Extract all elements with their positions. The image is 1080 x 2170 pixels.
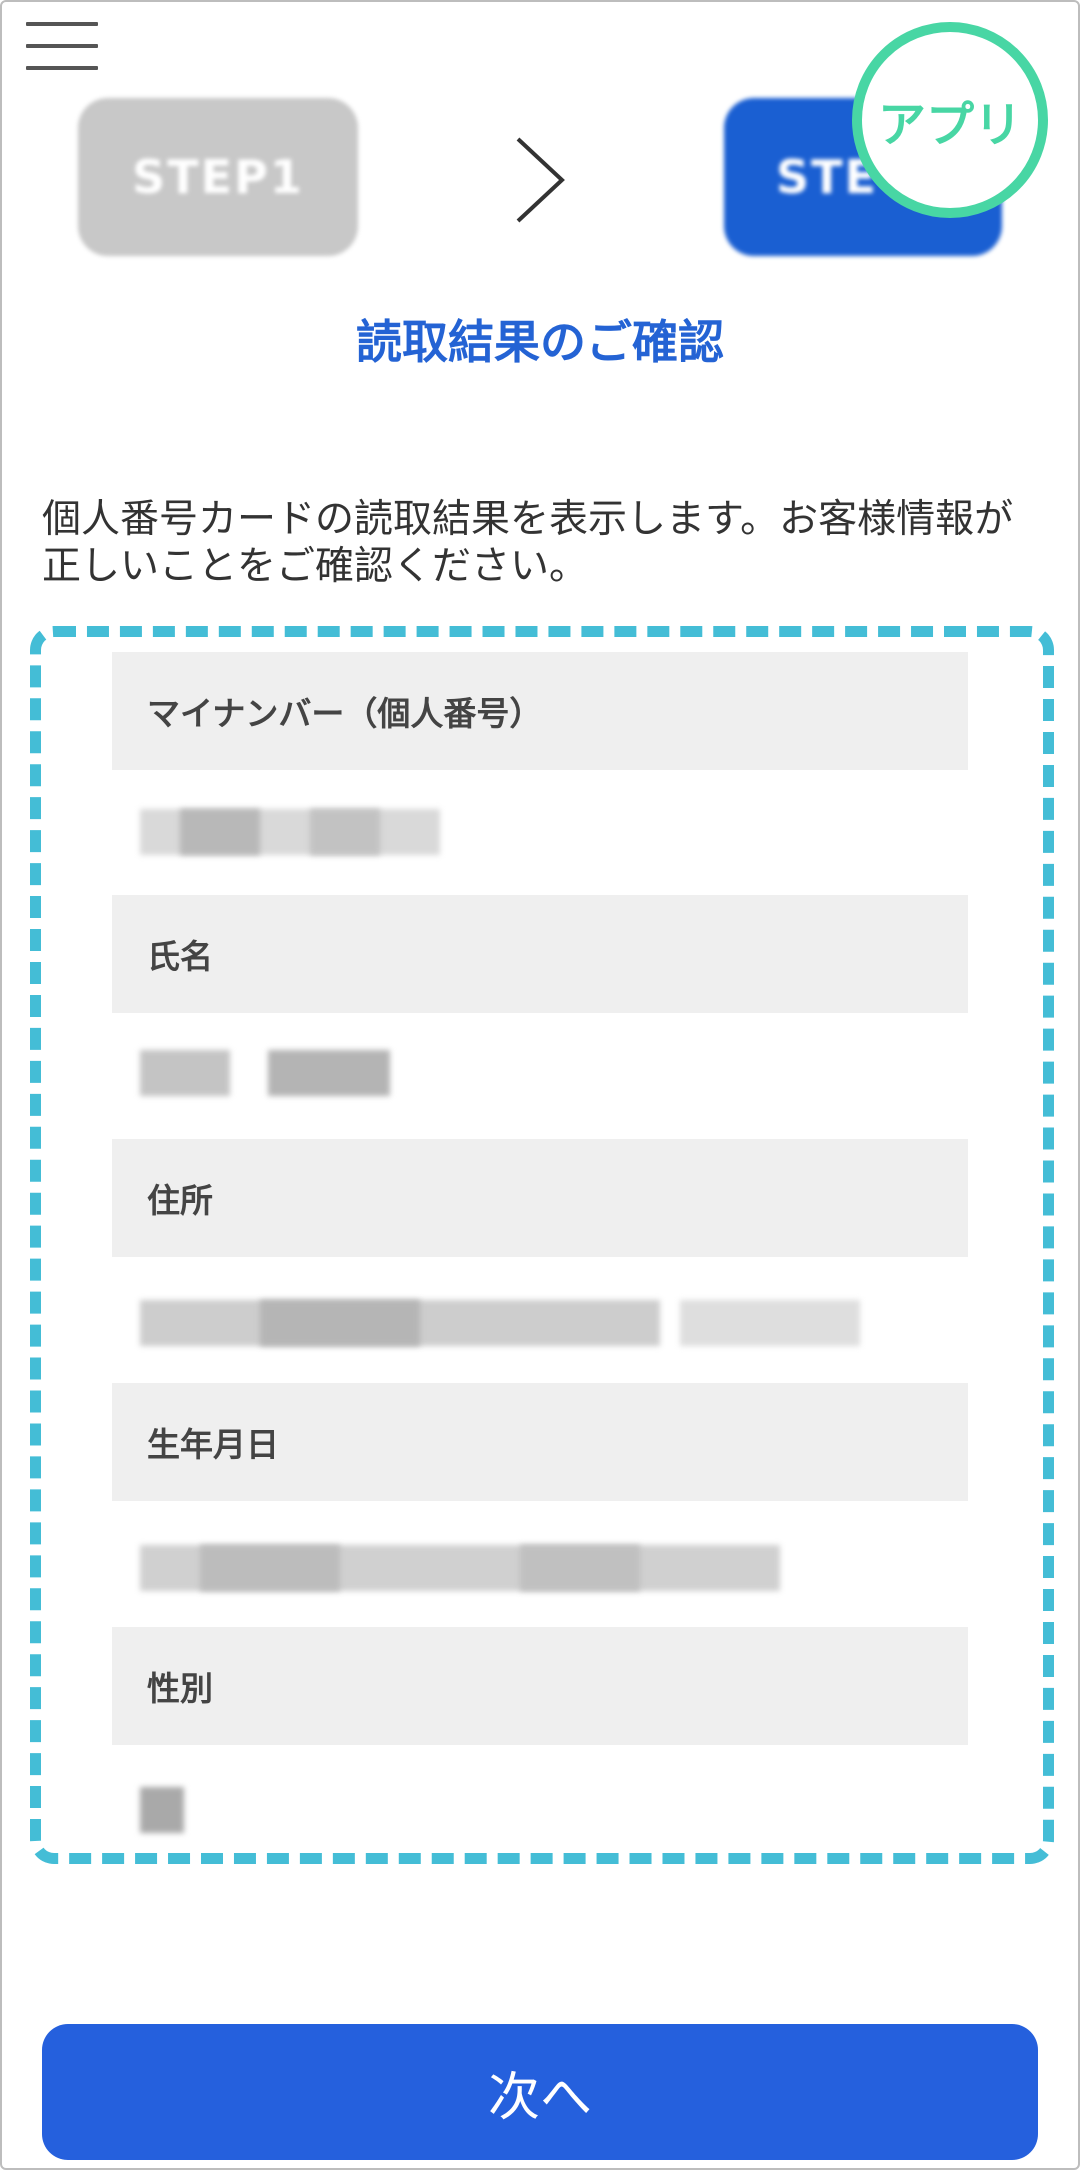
hamburger-line xyxy=(26,66,98,70)
gender-value-redacted xyxy=(140,1787,184,1833)
field-label-address: 住所 xyxy=(112,1139,968,1257)
chevron-right-icon xyxy=(516,137,565,223)
my-number-value-redacted xyxy=(140,809,440,855)
step-1-indicator: STEP1 xyxy=(78,98,358,256)
field-label-birthdate: 生年月日 xyxy=(112,1383,968,1501)
hamburger-line xyxy=(26,44,98,48)
hamburger-line xyxy=(26,22,98,26)
field-label-gender: 性別 xyxy=(112,1627,968,1745)
hamburger-menu-icon[interactable] xyxy=(26,20,100,72)
app-badge: アプリ xyxy=(852,22,1048,218)
name-value-redacted xyxy=(140,1050,390,1096)
address-value-redacted xyxy=(140,1300,860,1346)
intro-text: 個人番号カードの読取結果を表示します。お客様情報が正しいことをご確認ください。 xyxy=(42,497,1014,589)
field-label-name: 氏名 xyxy=(112,895,968,1013)
page-title: 読取結果のご確認 xyxy=(356,315,724,369)
field-label-my-number: マイナンバー（個人番号） xyxy=(112,652,968,770)
next-button[interactable]: 次へ xyxy=(42,2024,1038,2160)
birthdate-value-redacted xyxy=(140,1545,780,1591)
